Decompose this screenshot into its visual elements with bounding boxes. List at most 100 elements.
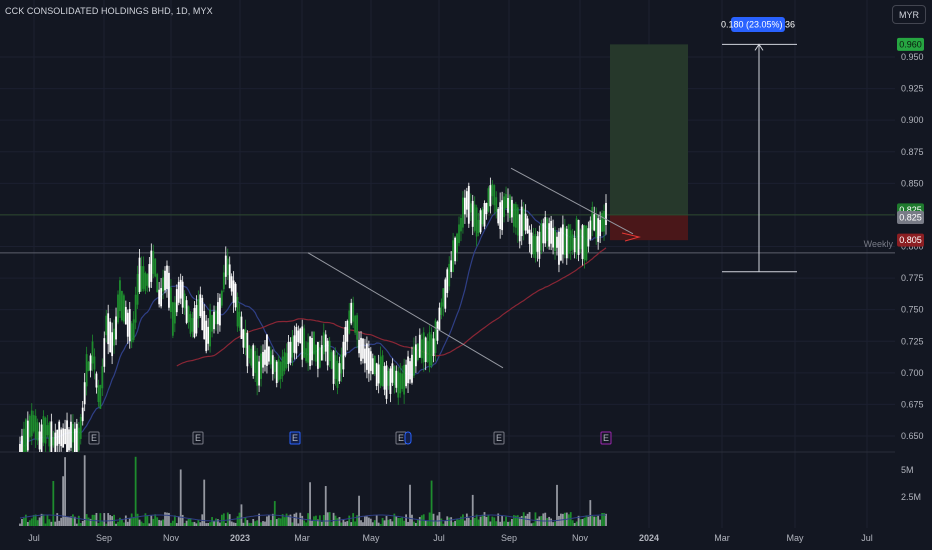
earnings-markers[interactable]: EEEEEE — [88, 431, 612, 445]
volume-bar — [377, 522, 380, 526]
volume-axis: 5M 2.5M — [901, 465, 921, 502]
volume-bar — [534, 512, 537, 526]
candle-body — [471, 200, 474, 227]
candle-body — [93, 356, 96, 370]
candle-body — [371, 358, 374, 375]
candle-body — [479, 210, 482, 233]
candle-body — [383, 366, 386, 390]
candle-body — [248, 345, 251, 359]
volume-bar — [66, 516, 68, 526]
volume-bar — [287, 515, 290, 526]
candle-body — [279, 361, 282, 380]
candle-body — [414, 344, 417, 367]
volume-bar — [173, 515, 176, 526]
volume-bar — [505, 516, 507, 526]
volume-bar — [175, 523, 178, 526]
volume-bar — [238, 512, 241, 526]
candle-body — [222, 272, 225, 290]
candle-body — [424, 337, 427, 363]
candle-body — [587, 228, 590, 247]
candle-body — [526, 218, 529, 234]
volume-bar — [465, 513, 468, 526]
chart-drawings[interactable]: 0.180 (23.05%) 36 — [307, 17, 797, 369]
volume-bar — [362, 522, 364, 526]
symbol-name[interactable]: CCK CONSOLIDATED HOLDINGS BHD — [5, 6, 171, 16]
volume-bar — [301, 515, 304, 526]
volume-bar — [373, 520, 376, 526]
candle-body — [205, 320, 208, 352]
candle-body — [591, 207, 594, 230]
volume-bar — [463, 520, 466, 526]
volume-bar — [328, 512, 331, 526]
earnings-marker[interactable]: E — [600, 431, 612, 445]
volume-bar — [185, 520, 188, 526]
candle-body — [201, 297, 204, 331]
target-zone[interactable] — [610, 44, 688, 215]
volume-bar — [542, 513, 545, 526]
volume-bar — [183, 523, 186, 526]
volume-bar — [177, 516, 180, 526]
candle-body — [95, 373, 98, 388]
candle-body — [495, 197, 498, 212]
candle-body — [79, 417, 82, 439]
candle-body — [499, 202, 502, 230]
volume-bar — [399, 517, 402, 526]
currency-button[interactable]: MYR — [892, 5, 926, 24]
volume-bar — [222, 513, 225, 526]
volume-bar — [462, 514, 464, 526]
volume-bar — [81, 520, 84, 526]
volume-bar — [244, 517, 247, 526]
volume-bar — [432, 513, 435, 526]
candle-body — [589, 220, 592, 240]
candle-body — [264, 349, 266, 365]
earnings-marker[interactable]: E — [493, 431, 505, 445]
trendline[interactable] — [307, 252, 504, 369]
candle-body — [477, 219, 480, 234]
volume-bar — [260, 522, 262, 526]
candle-body — [162, 277, 164, 292]
volume-bar — [273, 501, 276, 526]
candle-body — [340, 354, 343, 374]
time-tick: May — [786, 533, 804, 543]
earnings-marker[interactable]: E — [289, 431, 301, 445]
candle-body — [544, 217, 547, 244]
volume-bar — [297, 523, 300, 526]
candle-body — [242, 329, 245, 348]
chart-title[interactable]: CCK CONSOLIDATED HOLDINGS BHD, 1D, MYX — [5, 6, 213, 16]
candle-body — [501, 200, 504, 231]
volume-bar — [256, 520, 259, 526]
candle-body — [330, 352, 333, 369]
price-chart[interactable]: 0.180 (23.05%) 36 E E E E E E 0.950 0.925 0.900… — [0, 0, 932, 550]
volume-bar — [383, 520, 386, 526]
candle-body — [320, 344, 323, 361]
earnings-marker[interactable]: E — [395, 431, 412, 445]
candle-body — [226, 258, 229, 276]
time-tick: Jul — [28, 533, 40, 543]
earnings-marker[interactable]: E — [88, 431, 100, 445]
interval-label[interactable]: 1D — [176, 6, 188, 16]
volume-bar — [593, 516, 596, 526]
candle-body — [213, 311, 215, 330]
volume-bar — [489, 521, 492, 526]
candle-body — [185, 300, 188, 323]
candle-body — [463, 197, 466, 215]
candle-body — [350, 302, 353, 324]
volume-bar — [440, 518, 443, 526]
candle-body — [215, 310, 217, 325]
time-axis[interactable]: Jul Sep Nov 2023 Mar May Jul Sep Nov 2024 Mar May Ju… — [28, 533, 873, 543]
candle-body — [130, 323, 133, 343]
volume-bar — [352, 513, 355, 526]
candle-body — [126, 312, 129, 337]
volume-bar — [24, 514, 27, 526]
volume-bar — [189, 518, 192, 526]
candle-body — [460, 217, 462, 232]
trade-setup-zones[interactable] — [0, 44, 895, 254]
volume-bar — [367, 517, 370, 526]
volume-bar — [144, 513, 147, 526]
volume-bar — [391, 521, 394, 526]
volume-bar — [34, 514, 37, 526]
candle-body — [46, 425, 49, 436]
candle-body — [309, 336, 311, 366]
volume-bar — [117, 521, 119, 526]
earnings-marker[interactable]: E — [192, 431, 204, 445]
